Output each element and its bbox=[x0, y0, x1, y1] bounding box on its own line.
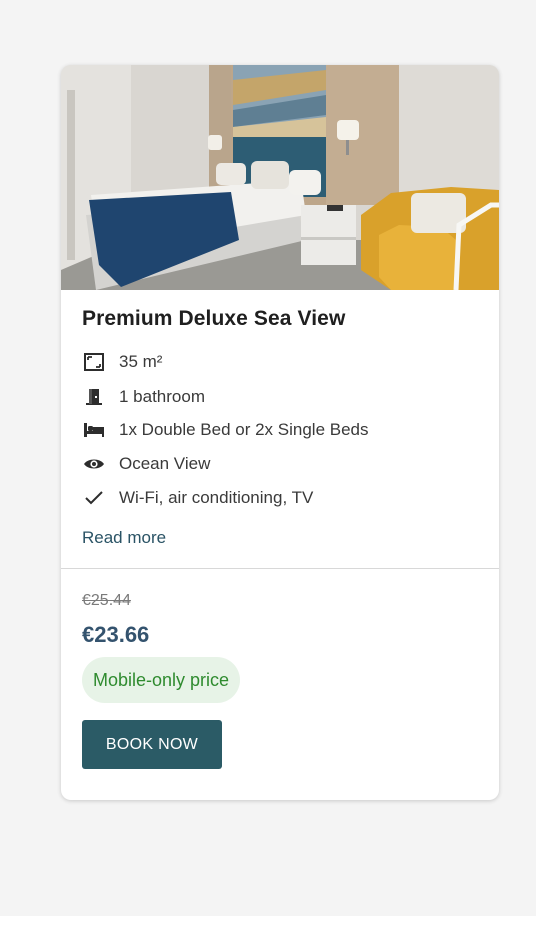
room-title: Premium Deluxe Sea View bbox=[82, 307, 346, 330]
feature-label: Ocean View bbox=[119, 454, 211, 473]
feature-room-size: 35 m² bbox=[82, 350, 162, 374]
eye-icon bbox=[82, 452, 106, 476]
feature-label: 1 bathroom bbox=[119, 387, 205, 406]
divider bbox=[61, 568, 499, 569]
check-icon bbox=[82, 486, 106, 510]
bed-icon bbox=[82, 418, 106, 442]
original-price: €25.44 bbox=[82, 592, 131, 609]
book-now-button[interactable]: BOOK NOW bbox=[82, 720, 222, 769]
door-icon bbox=[82, 385, 106, 409]
room-card: Premium Deluxe Sea View 35 m² 1 bathroom bbox=[61, 65, 499, 800]
feature-label: Wi-Fi, air conditioning, TV bbox=[119, 488, 314, 507]
feature-view: Ocean View bbox=[82, 452, 210, 476]
feature-bed: 1x Double Bed or 2x Single Beds bbox=[82, 418, 369, 442]
discounted-price: €23.66 bbox=[82, 622, 150, 647]
room-photo bbox=[61, 65, 499, 290]
mobile-price-badge: Mobile-only price bbox=[82, 657, 241, 703]
feature-label: 35 m² bbox=[119, 352, 163, 371]
room-size-icon bbox=[82, 350, 106, 374]
feature-label: 1x Double Bed or 2x Single Beds bbox=[119, 420, 369, 439]
read-more-link[interactable]: Read more bbox=[82, 528, 166, 548]
feature-amenities: Wi-Fi, air conditioning, TV bbox=[82, 486, 313, 510]
feature-bathroom: 1 bathroom bbox=[82, 385, 205, 409]
